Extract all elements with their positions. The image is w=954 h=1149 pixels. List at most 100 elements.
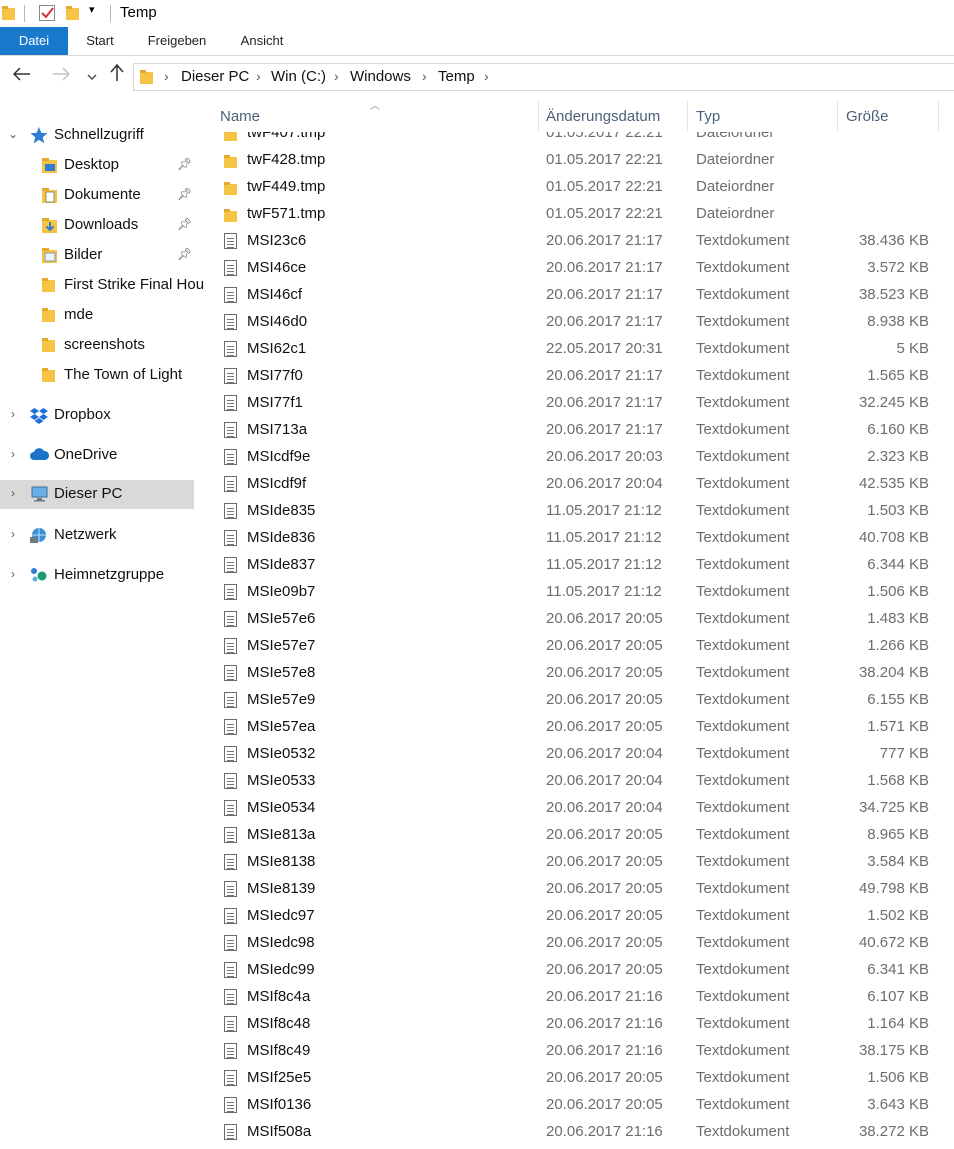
- chevron-right-icon[interactable]: ›: [6, 527, 20, 541]
- tab-freigeben[interactable]: Freigeben: [137, 27, 217, 55]
- chevron-right-icon[interactable]: ›: [6, 486, 20, 500]
- file-row[interactable]: MSIde836 11.05.2017 21:12 Textdokument 40.7…: [197, 525, 954, 552]
- column-header-name[interactable]: Name: [220, 108, 260, 125]
- breadcrumb-win-c[interactable]: Win (C:): [271, 68, 326, 85]
- file-row[interactable]: MSIf0136 20.06.2017 20:05 Textdokument 3.64…: [197, 1092, 954, 1119]
- file-row[interactable]: MSIe0532 20.06.2017 20:04 Textdokument 777 …: [197, 741, 954, 768]
- file-size: 38.436 KB: [858, 232, 929, 249]
- chevron-down-icon[interactable]: ⌄: [6, 127, 20, 141]
- chevron-right-icon[interactable]: ›: [6, 567, 20, 581]
- file-row[interactable]: MSIf8c49 20.06.2017 21:16 Textdokument 38.1…: [197, 1038, 954, 1065]
- file-row[interactable]: MSIe57e6 20.06.2017 20:05 Textdokument 1.48…: [197, 606, 954, 633]
- file-row[interactable]: twF449.tmp 01.05.2017 22:21 Dateiordner: [197, 174, 954, 201]
- column-header-size[interactable]: Größe: [846, 108, 889, 125]
- sidebar-item-downloads[interactable]: Downloads 📌︎: [0, 211, 194, 240]
- sidebar-item-screenshots[interactable]: screenshots: [0, 331, 194, 360]
- sidebar-item-dieser-pc[interactable]: › Dieser PC: [0, 480, 194, 509]
- file-type: Textdokument: [696, 583, 790, 600]
- file-row[interactable]: MSIde835 11.05.2017 21:12 Textdokument 1.50…: [197, 498, 954, 525]
- pin-icon[interactable]: 📌︎: [177, 157, 192, 171]
- file-row[interactable]: MSIde837 11.05.2017 21:12 Textdokument 6.34…: [197, 552, 954, 579]
- file-row[interactable]: MSI77f1 20.06.2017 21:17 Textdokument 32.24…: [197, 390, 954, 417]
- breadcrumb-separator-icon[interactable]: ›: [484, 68, 489, 84]
- file-name: MSIe8138: [247, 853, 316, 870]
- chevron-right-icon[interactable]: ›: [6, 447, 20, 461]
- file-row[interactable]: MSI46d0 20.06.2017 21:17 Textdokument 8.938…: [197, 309, 954, 336]
- column-header-date[interactable]: Änderungsdatum: [546, 108, 660, 125]
- column-divider[interactable]: [837, 101, 838, 131]
- sidebar-item-onedrive[interactable]: › OneDrive: [0, 441, 194, 470]
- properties-checkmark-icon[interactable]: [39, 5, 56, 26]
- breadcrumb-separator-icon[interactable]: ›: [422, 68, 427, 84]
- breadcrumb-dieser-pc[interactable]: Dieser PC: [181, 68, 249, 85]
- sidebar-item-heimnetzgruppe[interactable]: › Heimnetzgruppe: [0, 561, 194, 590]
- tab-ansicht[interactable]: Ansicht: [229, 27, 295, 55]
- breadcrumb-temp[interactable]: Temp: [438, 68, 475, 85]
- breadcrumb-windows[interactable]: Windows: [350, 68, 411, 85]
- file-row[interactable]: MSIe57ea 20.06.2017 20:05 Textdokument 1.57…: [197, 714, 954, 741]
- sidebar-item-bilder[interactable]: Bilder 📌︎: [0, 241, 194, 270]
- sidebar-item-netzwerk[interactable]: › Netzwerk: [0, 521, 194, 550]
- file-size: 40.672 KB: [858, 934, 929, 951]
- file-row[interactable]: MSIe57e8 20.06.2017 20:05 Textdokument 38.2…: [197, 660, 954, 687]
- file-row[interactable]: MSIf25e5 20.06.2017 20:05 Textdokument 1.50…: [197, 1065, 954, 1092]
- breadcrumb-separator-icon[interactable]: ›: [334, 68, 339, 84]
- file-row[interactable]: MSIe813a 20.06.2017 20:05 Textdokument 8.96…: [197, 822, 954, 849]
- file-row[interactable]: MSIf508a 20.06.2017 21:16 Textdokument 38.2…: [197, 1119, 954, 1146]
- breadcrumb-separator-icon[interactable]: ›: [256, 68, 261, 84]
- file-row[interactable]: MSIe09b7 11.05.2017 21:12 Textdokument 1.50…: [197, 579, 954, 606]
- file-row[interactable]: MSIe57e7 20.06.2017 20:05 Textdokument 1.26…: [197, 633, 954, 660]
- customize-toolbar-dropdown-icon[interactable]: ▾: [89, 3, 95, 16]
- file-date: 20.06.2017 20:05: [546, 718, 663, 735]
- new-folder-icon[interactable]: [66, 5, 80, 25]
- pin-icon[interactable]: 📌︎: [177, 217, 192, 231]
- address-bar[interactable]: › Dieser PC › Win (C:) › Windows › Temp …: [133, 63, 954, 91]
- column-header-type[interactable]: Typ: [696, 108, 720, 125]
- pin-icon[interactable]: 📌︎: [177, 247, 192, 261]
- file-row[interactable]: twF571.tmp 01.05.2017 22:21 Dateiordner: [197, 201, 954, 228]
- file-row[interactable]: MSI46ce 20.06.2017 21:17 Textdokument 3.572…: [197, 255, 954, 282]
- column-divider[interactable]: [538, 101, 539, 131]
- file-row[interactable]: MSIe8138 20.06.2017 20:05 Textdokument 3.58…: [197, 849, 954, 876]
- network-icon: [30, 527, 48, 543]
- breadcrumb-separator-icon[interactable]: ›: [164, 68, 169, 84]
- file-type: Textdokument: [696, 529, 790, 546]
- sidebar-item-dropbox[interactable]: › Dropbox: [0, 401, 194, 430]
- sidebar-item-mde[interactable]: mde: [0, 301, 194, 330]
- file-row[interactable]: MSIe8139 20.06.2017 20:05 Textdokument 49.7…: [197, 876, 954, 903]
- file-row[interactable]: MSIedc97 20.06.2017 20:05 Textdokument 1.50…: [197, 903, 954, 930]
- pin-icon[interactable]: 📌︎: [177, 187, 192, 201]
- sidebar-item-first-strike[interactable]: First Strike Final Hou: [0, 271, 204, 300]
- file-row[interactable]: MSIe0534 20.06.2017 20:04 Textdokument 34.7…: [197, 795, 954, 822]
- sidebar-item-dokumente[interactable]: Dokumente 📌︎: [0, 181, 194, 210]
- tab-start[interactable]: Start: [72, 27, 128, 55]
- column-divider[interactable]: [938, 101, 939, 131]
- file-size: 1.506 KB: [867, 583, 929, 600]
- chevron-right-icon[interactable]: ›: [6, 407, 20, 421]
- recent-locations-button[interactable]: [80, 64, 104, 88]
- file-row[interactable]: MSIf8c48 20.06.2017 21:16 Textdokument 1.16…: [197, 1011, 954, 1038]
- file-row[interactable]: MSI713a 20.06.2017 21:17 Textdokument 6.160…: [197, 417, 954, 444]
- file-row[interactable]: MSIe57e9 20.06.2017 20:05 Textdokument 6.15…: [197, 687, 954, 714]
- column-divider[interactable]: [687, 101, 688, 131]
- file-row[interactable]: MSI77f0 20.06.2017 21:17 Textdokument 1.565…: [197, 363, 954, 390]
- file-row[interactable]: MSI23c6 20.06.2017 21:17 Textdokument 38.43…: [197, 228, 954, 255]
- file-row[interactable]: twF428.tmp 01.05.2017 22:21 Dateiordner: [197, 147, 954, 174]
- sidebar-item-the-town-of-light[interactable]: The Town of Light: [0, 361, 194, 390]
- file-type: Textdokument: [696, 340, 790, 357]
- file-row[interactable]: MSIedc99 20.06.2017 20:05 Textdokument 6.34…: [197, 957, 954, 984]
- file-row[interactable]: MSIcdf9e 20.06.2017 20:03 Textdokument 2.32…: [197, 444, 954, 471]
- forward-button[interactable]: [49, 64, 73, 88]
- back-button[interactable]: [10, 64, 34, 88]
- file-row[interactable]: MSIcdf9f 20.06.2017 20:04 Textdokument 42.5…: [197, 471, 954, 498]
- file-row[interactable]: MSIedc98 20.06.2017 20:05 Textdokument 40.6…: [197, 930, 954, 957]
- up-button[interactable]: [105, 63, 129, 88]
- file-type: Textdokument: [696, 637, 790, 654]
- file-row[interactable]: MSI62c1 22.05.2017 20:31 Textdokument 5 KB: [197, 336, 954, 363]
- sidebar-item-desktop[interactable]: Desktop 📌︎: [0, 151, 194, 180]
- file-row[interactable]: MSIf8c4a 20.06.2017 21:16 Textdokument 6.10…: [197, 984, 954, 1011]
- file-row[interactable]: MSIe0533 20.06.2017 20:04 Textdokument 1.56…: [197, 768, 954, 795]
- sidebar-item-schnellzugriff[interactable]: ⌄ Schnellzugriff: [0, 121, 194, 150]
- tab-datei[interactable]: Datei: [0, 27, 68, 55]
- file-row[interactable]: MSI46cf 20.06.2017 21:17 Textdokument 38.52…: [197, 282, 954, 309]
